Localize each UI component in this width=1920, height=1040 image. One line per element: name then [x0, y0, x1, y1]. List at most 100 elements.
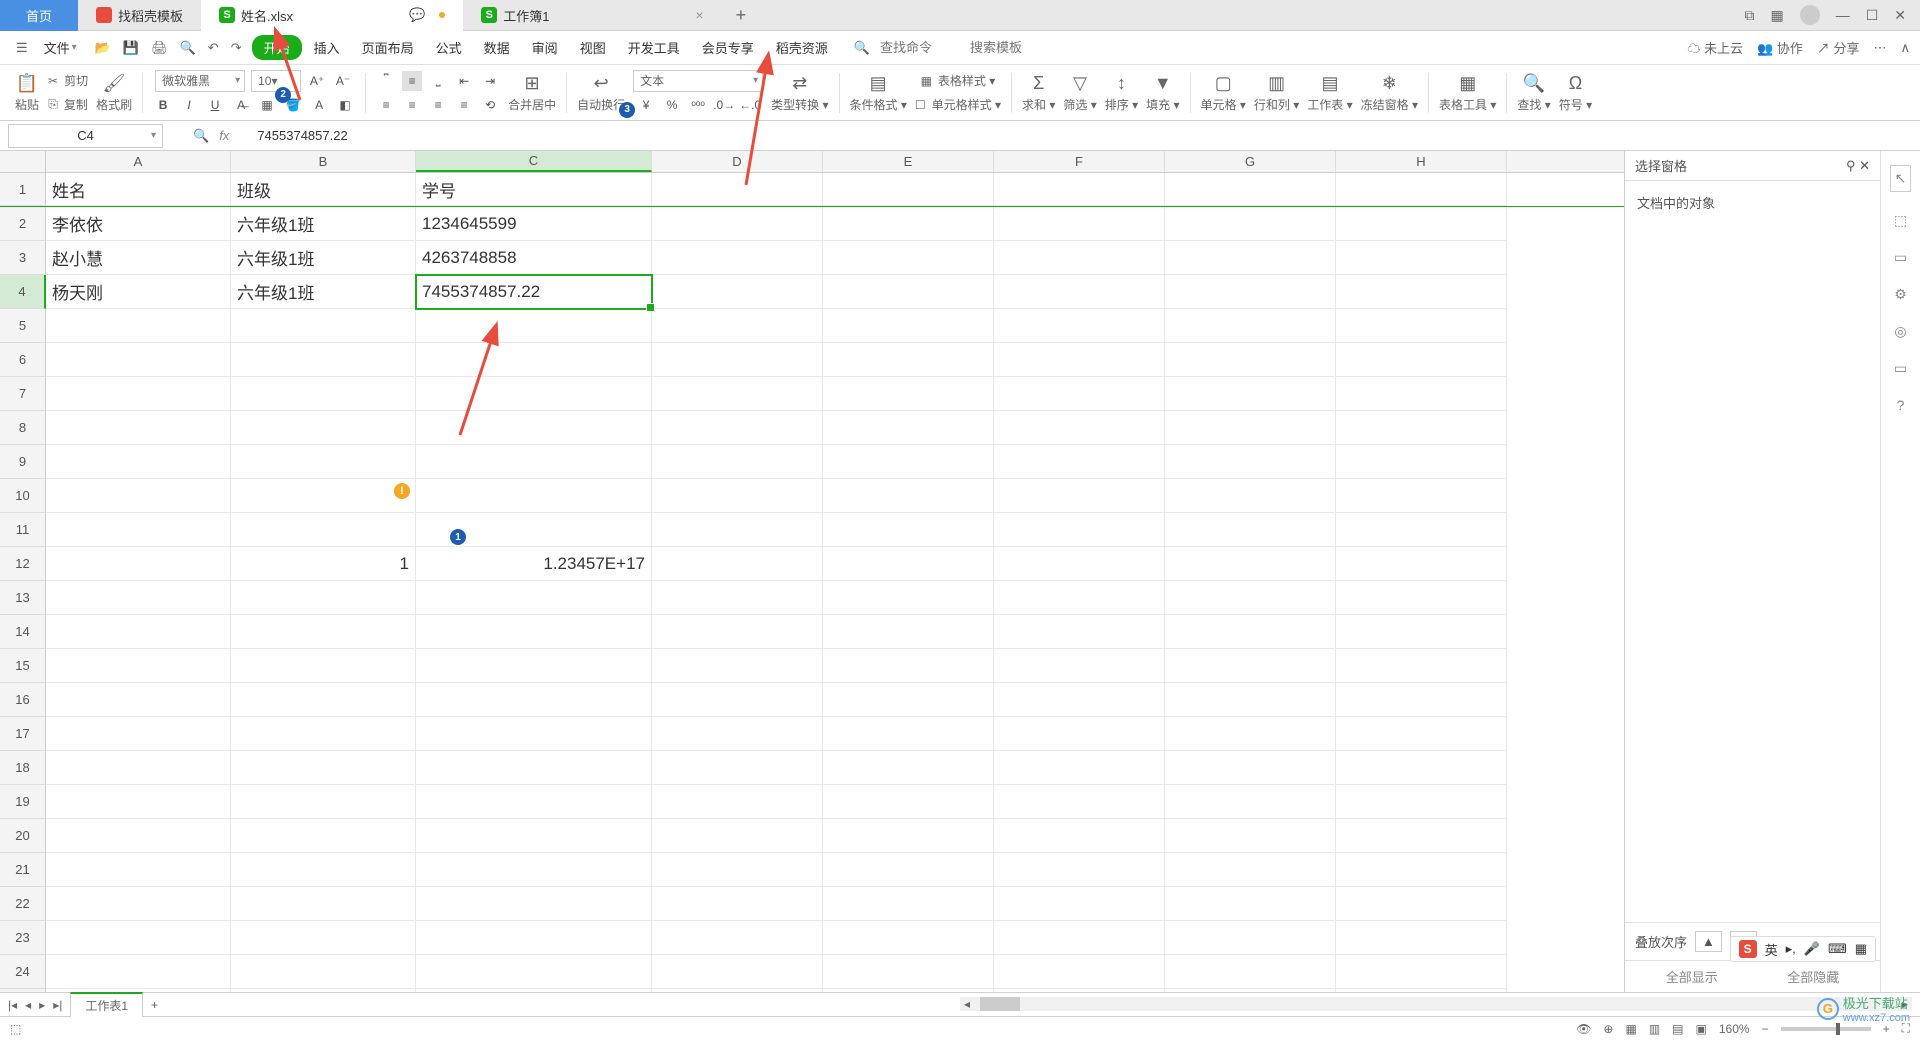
file-menu[interactable]: 文件▾ — [36, 34, 85, 61]
reading-icon[interactable]: ⊕ — [1603, 1022, 1613, 1036]
cell[interactable] — [416, 717, 652, 751]
italic-icon[interactable]: I — [179, 95, 199, 115]
cell[interactable] — [1336, 445, 1507, 479]
row-header-22[interactable]: 22 — [0, 887, 46, 921]
cell[interactable] — [416, 683, 652, 717]
ime-keyboard-icon[interactable]: ⌨ — [1828, 941, 1847, 957]
cell[interactable]: 1 — [231, 547, 416, 581]
cell[interactable] — [652, 649, 823, 683]
tablestyle-label[interactable]: 表格样式 ▾ — [938, 72, 995, 89]
cell[interactable] — [823, 241, 994, 275]
cell[interactable] — [416, 853, 652, 887]
cell[interactable] — [46, 615, 231, 649]
col-C[interactable]: C — [416, 151, 652, 172]
bold-icon[interactable]: B — [153, 95, 173, 115]
cell[interactable] — [1165, 241, 1336, 275]
ime-bar[interactable]: S 英 ▸, 🎤 ⌨ ▦ — [1730, 936, 1876, 962]
cell[interactable] — [231, 955, 416, 989]
ime-punct-icon[interactable]: ▸, — [1786, 941, 1796, 957]
cellstyle-icon[interactable]: ☐ — [915, 98, 926, 112]
cell[interactable] — [416, 819, 652, 853]
cell[interactable] — [231, 819, 416, 853]
cell[interactable] — [46, 717, 231, 751]
cell[interactable] — [46, 479, 231, 513]
cell[interactable] — [1336, 615, 1507, 649]
cell[interactable] — [1336, 785, 1507, 819]
row-header-10[interactable]: 10 — [0, 479, 46, 513]
font-name-select[interactable]: 微软雅黑▾ — [155, 70, 245, 92]
cell[interactable] — [652, 513, 823, 547]
row-header-23[interactable]: 23 — [0, 921, 46, 955]
cell[interactable] — [1165, 479, 1336, 513]
menu-devtools[interactable]: 开发工具 — [618, 34, 690, 61]
inc-decimal-icon[interactable]: .0→ — [714, 95, 734, 115]
indent-inc-icon[interactable]: ⇥ — [480, 71, 500, 91]
cell[interactable] — [231, 683, 416, 717]
cell[interactable] — [1165, 683, 1336, 717]
cell[interactable] — [823, 717, 994, 751]
cut-label[interactable]: 剪切 — [64, 72, 88, 89]
cell[interactable] — [994, 547, 1165, 581]
menu-formula[interactable]: 公式 — [426, 34, 472, 61]
row-header-16[interactable]: 16 — [0, 683, 46, 717]
tablestyle-icon[interactable]: ▦ — [921, 74, 932, 88]
cell[interactable] — [46, 547, 231, 581]
coop-button[interactable]: 👥 协作 — [1757, 38, 1803, 57]
search-cmd-input[interactable] — [880, 40, 960, 55]
cell[interactable] — [994, 853, 1165, 887]
cell[interactable] — [994, 377, 1165, 411]
cell[interactable] — [1336, 377, 1507, 411]
select2-icon[interactable]: ▭ — [1894, 249, 1907, 266]
number-format-select[interactable]: 文本▾ — [633, 70, 763, 92]
cell-button[interactable]: ▢单元格 ▾ — [1197, 68, 1250, 118]
col-F[interactable]: F — [994, 151, 1165, 172]
cell[interactable] — [823, 445, 994, 479]
eye-icon[interactable]: 👁 — [1576, 1022, 1591, 1036]
row-header-3[interactable]: 3 — [0, 241, 46, 275]
cell[interactable] — [1336, 411, 1507, 445]
save-icon[interactable]: 💾 — [123, 40, 139, 56]
cell[interactable] — [46, 819, 231, 853]
zoom-slider[interactable] — [1781, 1027, 1871, 1031]
cell[interactable] — [231, 479, 416, 513]
tab-file-active[interactable]: S 姓名.xlsx 💬 — [201, 0, 463, 31]
cell[interactable]: 1234645599 — [416, 207, 652, 241]
cell[interactable] — [994, 173, 1165, 206]
cell[interactable] — [823, 377, 994, 411]
cell[interactable] — [1165, 547, 1336, 581]
pin-icon[interactable]: ⚲ — [1846, 158, 1856, 173]
cell[interactable] — [1165, 513, 1336, 547]
cell[interactable] — [823, 547, 994, 581]
cell[interactable] — [994, 309, 1165, 343]
cell[interactable] — [1165, 853, 1336, 887]
cell[interactable] — [1336, 819, 1507, 853]
cell[interactable] — [416, 309, 652, 343]
cell[interactable] — [994, 955, 1165, 989]
increase-font-icon[interactable]: A⁺ — [307, 71, 327, 91]
menu-view[interactable]: 视图 — [570, 34, 616, 61]
cell[interactable] — [652, 479, 823, 513]
cell[interactable] — [1336, 955, 1507, 989]
pointer-icon[interactable]: ↖ — [1890, 165, 1912, 192]
font-color-icon[interactable]: A — [309, 95, 329, 115]
cell[interactable] — [823, 275, 994, 309]
sum-button[interactable]: Σ求和 ▾ — [1018, 68, 1059, 118]
cell[interactable] — [652, 785, 823, 819]
orientation-icon[interactable]: ⟲ — [480, 95, 500, 115]
up-icon[interactable]: ▲ — [1695, 931, 1722, 952]
cell[interactable] — [231, 853, 416, 887]
screen-icon[interactable]: ▭ — [1894, 360, 1907, 377]
select-icon[interactable]: ⬚ — [1894, 212, 1907, 229]
cell[interactable] — [823, 513, 994, 547]
minimize-icon[interactable]: — — [1836, 7, 1850, 23]
cell[interactable] — [231, 649, 416, 683]
share-button[interactable]: ↗ 分享 — [1817, 38, 1860, 57]
cell[interactable] — [46, 955, 231, 989]
cell[interactable] — [994, 581, 1165, 615]
cell[interactable] — [823, 479, 994, 513]
cell[interactable] — [1336, 717, 1507, 751]
row-header-19[interactable]: 19 — [0, 785, 46, 819]
cell[interactable] — [1336, 751, 1507, 785]
cell[interactable] — [652, 309, 823, 343]
cell[interactable] — [1165, 411, 1336, 445]
